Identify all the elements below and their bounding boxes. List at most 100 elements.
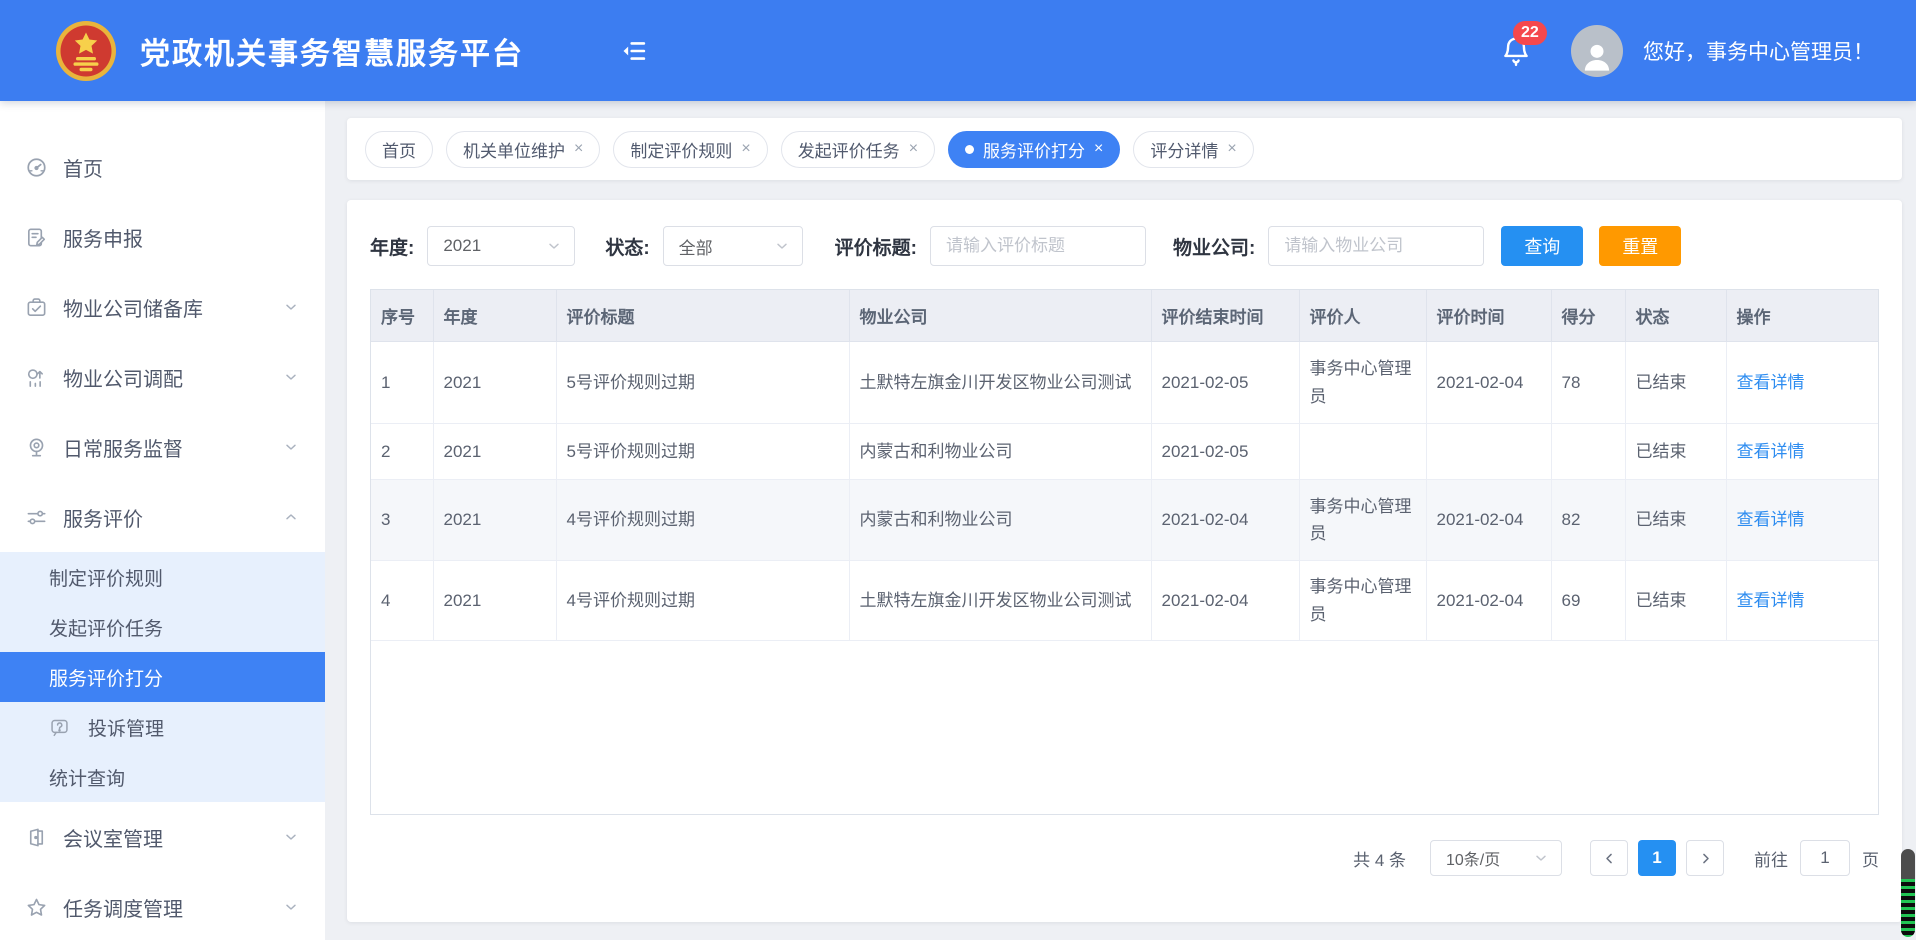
scrollbar-thumb[interactable] xyxy=(1901,849,1915,937)
sidebar-item-label: 日常服务监督 xyxy=(63,433,283,462)
cell-eval_time: 2021-02-04 xyxy=(1426,561,1551,641)
results-table-wrap: 序号年度评价标题物业公司评价结束时间评价人评价时间得分状态操作 120215号评… xyxy=(370,289,1879,815)
cell-score: 69 xyxy=(1551,561,1625,641)
company-input[interactable] xyxy=(1269,227,1483,265)
cell-eval_time: 2021-02-04 xyxy=(1426,480,1551,561)
sidebar-item[interactable]: 日常服务监督 xyxy=(0,412,325,482)
cell-status: 已结束 xyxy=(1625,424,1726,480)
cell-company: 土默特左旗金川开发区物业公司测试 xyxy=(849,342,1151,424)
cell-eval_time: 2021-02-04 xyxy=(1426,342,1551,424)
sidebar-item[interactable]: 物业公司储备库 xyxy=(0,272,325,342)
status-select[interactable]: 全部 xyxy=(663,226,803,266)
column-header: 年度 xyxy=(433,290,556,342)
column-header: 评价标题 xyxy=(556,290,849,342)
cell-seq: 2 xyxy=(371,424,433,480)
status-filter-label: 状态: xyxy=(605,233,649,260)
allocate-icon xyxy=(25,366,48,389)
tab-close-icon[interactable]: × xyxy=(574,141,583,157)
page-number-active[interactable]: 1 xyxy=(1638,840,1676,876)
page-size-value: 10条/页 xyxy=(1446,846,1533,870)
table-row: 420214号评价规则过期土默特左旗金川开发区物业公司测试2021-02-04事… xyxy=(371,561,1879,641)
app-header: 党政机关事务智慧服务平台 22 您好，事务中心管理员！ xyxy=(0,0,1916,101)
prev-page-button[interactable] xyxy=(1590,840,1628,876)
cell-evaluator xyxy=(1299,424,1426,480)
sidebar-item[interactable]: 物业公司调配 xyxy=(0,342,325,412)
sidebar-subitem-label: 统计查询 xyxy=(49,764,125,791)
next-page-button[interactable] xyxy=(1686,840,1724,876)
question-icon xyxy=(49,717,70,738)
cell-action: 查看详情 xyxy=(1726,480,1879,561)
pagination-total: 共 4 条 xyxy=(1353,846,1406,871)
tab-close-icon[interactable]: × xyxy=(1094,141,1103,157)
chevron-down-icon xyxy=(774,238,790,254)
tab-label: 制定评价规则 xyxy=(630,137,732,162)
cell-score: 78 xyxy=(1551,342,1625,424)
view-detail-link[interactable]: 查看详情 xyxy=(1737,373,1805,392)
title-input[interactable] xyxy=(931,227,1145,265)
tab-close-icon[interactable]: × xyxy=(909,141,918,157)
sidebar-item[interactable]: 首页 xyxy=(0,132,325,202)
page-size-select[interactable]: 10条/页 xyxy=(1430,840,1562,876)
year-select[interactable]: 2021 xyxy=(427,226,575,266)
sidebar-subitem-label: 制定评价规则 xyxy=(49,564,163,591)
cell-action: 查看详情 xyxy=(1726,561,1879,641)
sidebar-item[interactable]: 任务调度管理 xyxy=(0,872,325,940)
sidebar-submenu: 制定评价规则发起评价任务服务评价打分投诉管理统计查询 xyxy=(0,552,325,802)
cell-company: 内蒙古和利物业公司 xyxy=(849,424,1151,480)
cell-end_time: 2021-02-04 xyxy=(1151,561,1299,641)
view-detail-link[interactable]: 查看详情 xyxy=(1737,442,1805,461)
title-filter-label: 评价标题: xyxy=(835,233,917,260)
tab-item[interactable]: 首页 xyxy=(365,131,433,168)
sidebar-item[interactable]: 服务评价 xyxy=(0,482,325,552)
sidebar-subitem[interactable]: 发起评价任务 xyxy=(0,602,325,652)
cell-seq: 1 xyxy=(371,342,433,424)
user-icon xyxy=(1577,37,1617,77)
avatar[interactable] xyxy=(1571,25,1623,77)
sidebar-subitem[interactable]: 制定评价规则 xyxy=(0,552,325,602)
sidebar-item[interactable]: 服务申报 xyxy=(0,202,325,272)
column-header: 序号 xyxy=(371,290,433,342)
tab-close-icon[interactable]: × xyxy=(741,141,750,157)
cell-year: 2021 xyxy=(433,480,556,561)
chevron-down-icon xyxy=(546,238,562,254)
table-row: 320214号评价规则过期内蒙古和利物业公司2021-02-04事务中心管理员2… xyxy=(371,480,1879,561)
goto-label: 前往 xyxy=(1754,846,1788,871)
sidebar-item[interactable]: 会议室管理 xyxy=(0,802,325,872)
sidebar-subitem[interactable]: 统计查询 xyxy=(0,752,325,802)
tab-active[interactable]: 服务评价打分× xyxy=(948,131,1120,168)
chevron-down-icon xyxy=(283,829,299,845)
tab-item[interactable]: 机关单位维护× xyxy=(446,131,600,168)
cell-end_time: 2021-02-05 xyxy=(1151,342,1299,424)
tab-item[interactable]: 发起评价任务× xyxy=(781,131,935,168)
tab-item[interactable]: 制定评价规则 × xyxy=(613,131,767,168)
column-header: 操作 xyxy=(1726,290,1879,342)
year-filter-label: 年度: xyxy=(370,233,414,260)
view-detail-link[interactable]: 查看详情 xyxy=(1737,510,1805,529)
view-detail-link[interactable]: 查看详情 xyxy=(1737,591,1805,610)
column-header: 物业公司 xyxy=(849,290,1151,342)
tab-close-icon[interactable]: × xyxy=(1227,141,1236,157)
column-header: 得分 xyxy=(1551,290,1625,342)
sidebar-subitem[interactable]: 服务评价打分 xyxy=(0,652,325,702)
sidebar-item-label: 服务评价 xyxy=(63,503,283,532)
dashboard-icon xyxy=(25,156,48,179)
company-filter-label: 物业公司: xyxy=(1173,233,1255,260)
cell-score xyxy=(1551,424,1625,480)
tab-item[interactable]: 评分详情× xyxy=(1133,131,1253,168)
goto-page-input[interactable] xyxy=(1800,840,1850,876)
page-unit-label: 页 xyxy=(1862,846,1879,871)
sidebar-item-label: 会议室管理 xyxy=(63,823,283,852)
search-button[interactable]: 查询 xyxy=(1501,226,1583,266)
year-select-value: 2021 xyxy=(443,236,546,256)
company-input-wrap xyxy=(1268,226,1484,266)
table-row: 220215号评价规则过期内蒙古和利物业公司2021-02-05已结束查看详情 xyxy=(371,424,1879,480)
document-icon xyxy=(25,226,48,249)
column-header: 状态 xyxy=(1625,290,1726,342)
cell-title: 4号评价规则过期 xyxy=(556,561,849,641)
active-tab-dot xyxy=(965,145,974,154)
menu-fold-icon[interactable] xyxy=(620,37,648,65)
national-emblem-logo xyxy=(54,19,118,83)
notification-bell-button[interactable]: 22 xyxy=(1499,34,1533,68)
reset-button[interactable]: 重置 xyxy=(1599,226,1681,266)
sidebar-subitem[interactable]: 投诉管理 xyxy=(0,702,325,752)
